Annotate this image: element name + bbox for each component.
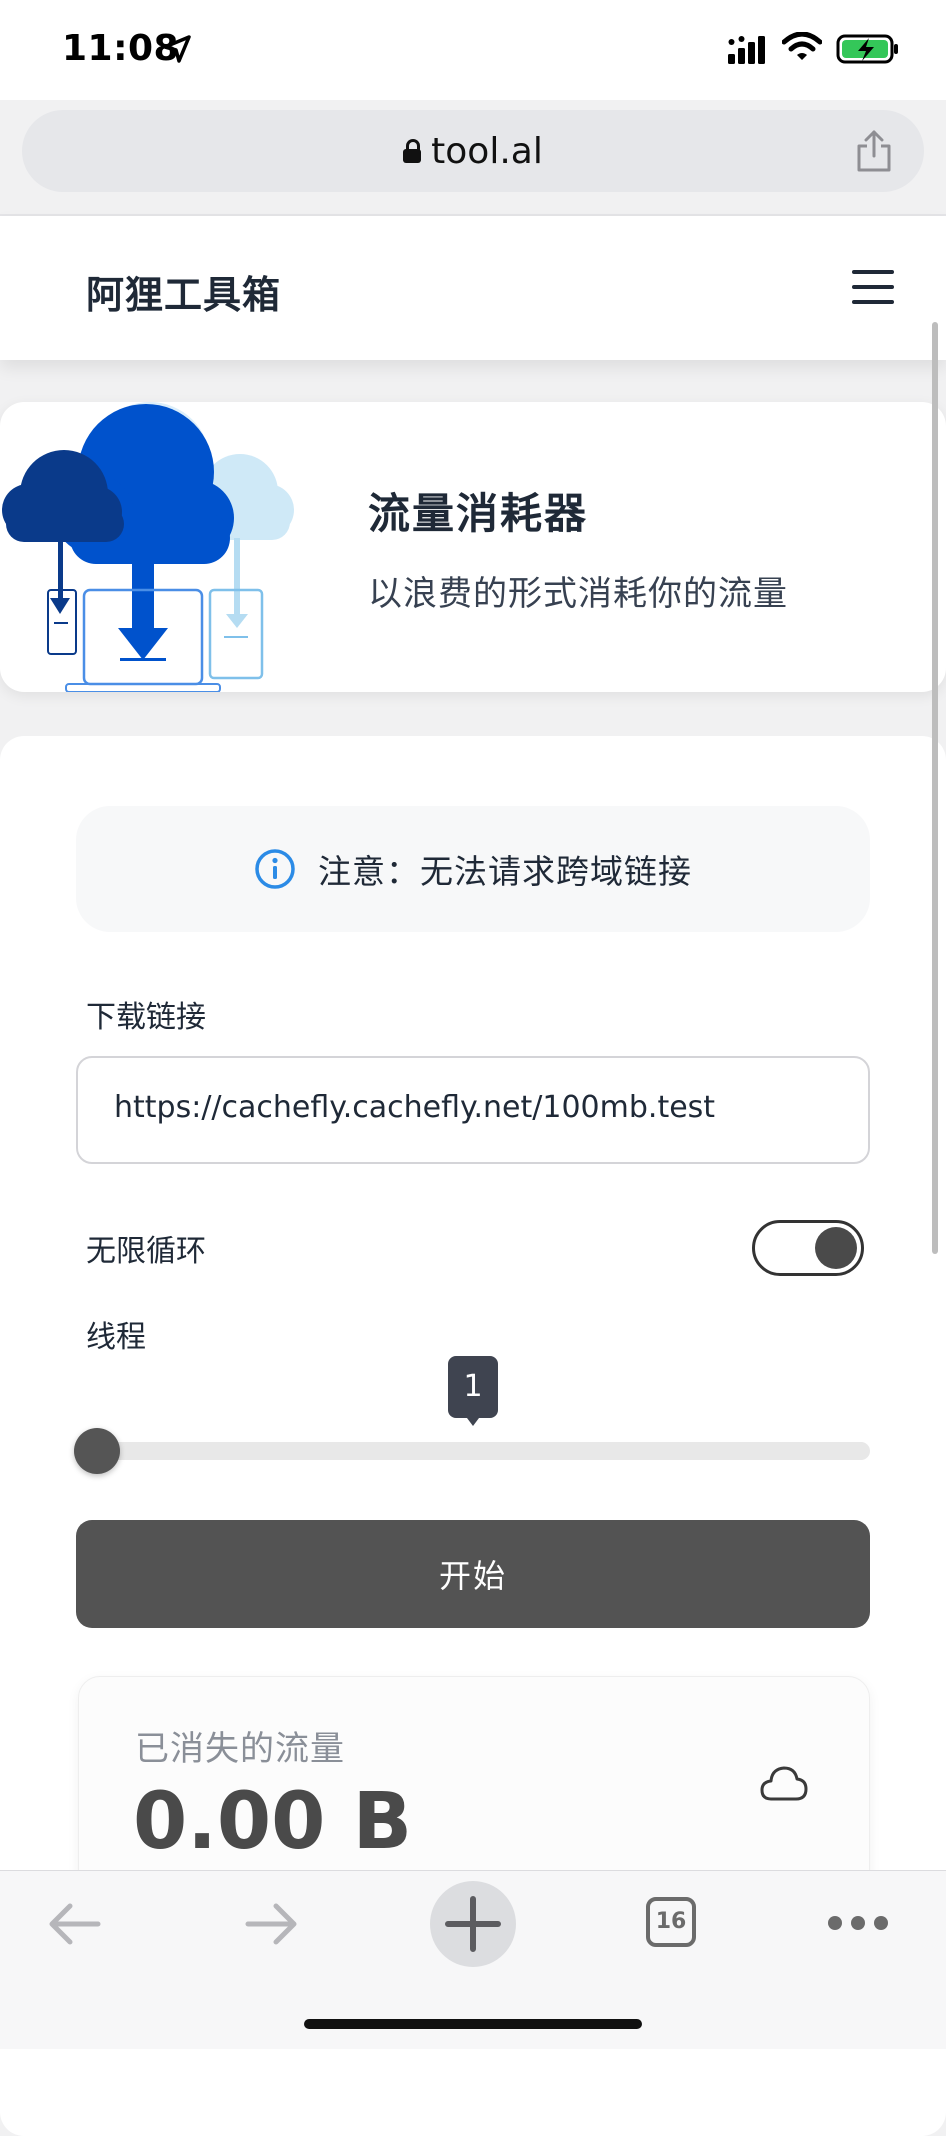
address-bar[interactable]: tool.al	[22, 110, 924, 192]
share-icon[interactable]	[854, 130, 894, 172]
browser-toolbar: 16	[0, 1870, 946, 2049]
plus-icon	[445, 1896, 501, 1952]
back-arrow-icon[interactable]	[44, 1899, 104, 1949]
cloud-download-illustration	[2, 402, 294, 692]
more-icon[interactable]	[826, 1913, 890, 1933]
consumed-value: 0.00 B	[133, 1777, 413, 1867]
url-label: 下载链接	[86, 1000, 206, 1035]
menu-icon[interactable]	[852, 270, 894, 304]
notice-text: 注意：无法请求跨域链接	[318, 852, 692, 891]
site-title[interactable]: 阿狸工具箱	[86, 264, 281, 319]
location-arrow-icon	[163, 35, 191, 63]
hero-subtitle: 以浪费的形式消耗你的流量	[368, 574, 788, 614]
threads-slider-track[interactable]	[86, 1442, 870, 1460]
tabs-button[interactable]: 16	[646, 1897, 696, 1947]
cloud-icon	[760, 1766, 808, 1801]
toggle-knob	[815, 1227, 857, 1269]
home-indicator	[304, 2019, 642, 2029]
hero-title: 流量消耗器	[368, 489, 589, 538]
status-bar: 11:08	[0, 0, 946, 100]
wifi-icon	[782, 32, 822, 60]
start-button[interactable]: 开始	[76, 1520, 870, 1628]
cellular-signal-icon	[728, 36, 765, 64]
threads-slider-thumb[interactable]	[74, 1428, 120, 1474]
consumed-label: 已消失的流量	[135, 1729, 345, 1769]
notice-banner: 注意：无法请求跨域链接	[76, 806, 870, 932]
battery-charging-icon	[836, 34, 898, 64]
site-header: 阿狸工具箱	[0, 216, 946, 360]
slider-tooltip: 1	[448, 1356, 498, 1426]
url-input[interactable]: https://cachefly.cachefly.net/100mb.test	[76, 1056, 870, 1164]
hero-card: 流量消耗器 以浪费的形式消耗你的流量	[0, 402, 946, 692]
loop-toggle[interactable]	[752, 1220, 864, 1276]
scrollbar[interactable]	[932, 322, 938, 1254]
lock-icon	[403, 139, 422, 163]
info-icon	[255, 849, 295, 889]
url-input-value: https://cachefly.cachefly.net/100mb.test	[114, 1090, 716, 1125]
new-tab-button[interactable]	[430, 1881, 516, 1967]
forward-arrow-icon[interactable]	[242, 1899, 302, 1949]
url-text: tool.al	[431, 130, 543, 172]
threads-label: 线程	[86, 1320, 146, 1355]
loop-label: 无限循环	[86, 1234, 206, 1269]
